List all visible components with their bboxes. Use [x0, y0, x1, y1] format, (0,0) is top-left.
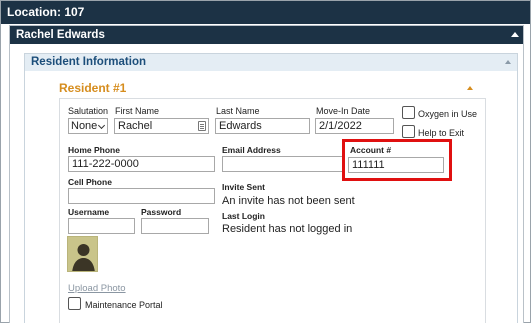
person-silhouette-icon: [72, 244, 95, 271]
email-label: Email Address: [222, 145, 281, 155]
avatar: [67, 236, 98, 272]
salutation-value: None: [71, 120, 98, 132]
first-name-label: First Name: [115, 106, 160, 116]
invite-sent-value: An invite has not been sent: [222, 195, 355, 207]
salutation-select[interactable]: None: [68, 118, 108, 134]
first-name-field[interactable]: Rachel: [114, 118, 209, 134]
section-title: Resident Information: [31, 56, 147, 68]
salutation-label: Salutation: [68, 106, 109, 116]
email-field[interactable]: [222, 156, 344, 172]
move-in-date-field[interactable]: 2/1/2022: [315, 118, 394, 134]
home-phone-field[interactable]: 111-222-0000: [68, 156, 215, 172]
password-field[interactable]: [141, 218, 209, 234]
divider: [59, 98, 486, 99]
move-in-date-label: Move-In Date: [316, 106, 371, 116]
divider: [59, 98, 60, 323]
username-field[interactable]: [68, 218, 135, 234]
maintenance-portal-label: Maintenance Portal: [85, 300, 163, 310]
last-name-label: Last Name: [216, 106, 260, 116]
oxygen-label: Oxygen in Use: [418, 109, 478, 119]
maintenance-portal-checkbox[interactable]: [68, 297, 81, 310]
divider: [485, 98, 486, 323]
last-login-value: Resident has not logged in: [222, 223, 353, 235]
cell-phone-field[interactable]: [68, 188, 215, 204]
first-name-value: Rachel: [118, 120, 153, 132]
invite-sent-label: Invite Sent: [222, 182, 265, 192]
collapse-icon[interactable]: [511, 32, 519, 37]
help-to-exit-checkbox[interactable]: [402, 125, 415, 138]
panel-title: Rachel Edwards: [16, 29, 105, 41]
resident-title: Resident #1: [59, 81, 127, 95]
contact-card-icon[interactable]: [198, 121, 206, 131]
oxygen-checkbox[interactable]: [402, 106, 415, 119]
panel-header[interactable]: Rachel Edwards: [10, 26, 523, 44]
home-phone-label: Home Phone: [68, 145, 120, 155]
chevron-down-icon: [97, 121, 106, 130]
cell-phone-label: Cell Phone: [68, 177, 112, 187]
resident-collapse-icon[interactable]: [467, 86, 473, 90]
location-bar: Location: 107: [1, 1, 530, 24]
last-name-field[interactable]: Edwards: [215, 118, 310, 134]
collapse-icon[interactable]: [505, 60, 511, 64]
help-to-exit-label: Help to Exit: [418, 128, 465, 138]
highlight-box: [342, 139, 452, 181]
upload-photo-link[interactable]: Upload Photo: [68, 283, 126, 294]
section-header[interactable]: Resident Information: [25, 54, 517, 71]
password-label: Password: [141, 207, 182, 217]
last-login-label: Last Login: [222, 211, 265, 221]
username-label: Username: [68, 207, 110, 217]
